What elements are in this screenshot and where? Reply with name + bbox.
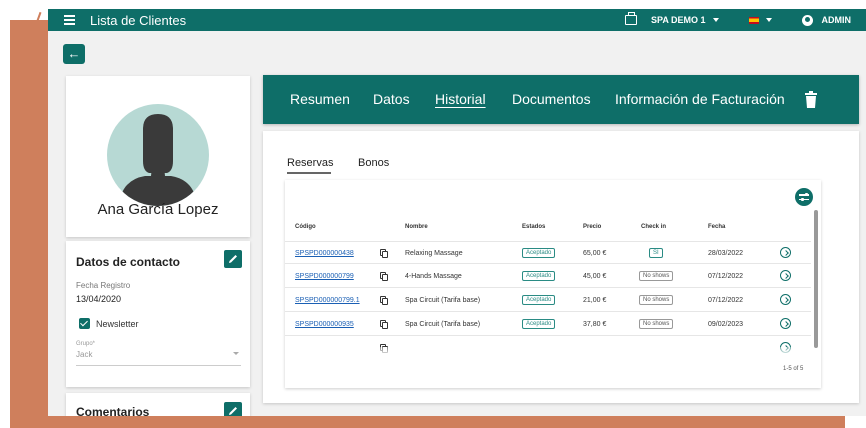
tabs-bar: Resumen Datos Historial Documentos Infor… xyxy=(263,75,859,124)
edit-contact-button[interactable] xyxy=(224,250,242,268)
tab-datos[interactable]: Datos xyxy=(373,91,410,107)
table-scrollbar[interactable] xyxy=(814,210,818,348)
person-silhouette-icon xyxy=(119,114,197,206)
reservation-code-link[interactable]: SPSPD000000935 xyxy=(295,321,354,328)
decorative-frame-bottom xyxy=(10,416,845,428)
checkin-badge: No shows xyxy=(639,319,674,329)
arrow-right-circle-icon[interactable] xyxy=(780,270,791,281)
spa-chevron-down-icon[interactable] xyxy=(712,18,719,22)
newsletter-checkbox[interactable] xyxy=(79,318,90,329)
pencil-icon xyxy=(229,407,237,415)
store-icon xyxy=(624,12,637,25)
contact-card: Datos de contacto Fecha Registro 13/04/2… xyxy=(66,241,250,387)
group-underline xyxy=(76,365,241,366)
hamburger-menu-icon[interactable] xyxy=(64,9,80,31)
user-name[interactable]: ADMIN xyxy=(822,15,852,25)
group-select[interactable]: Jack xyxy=(76,350,92,359)
tab-historial[interactable]: Historial xyxy=(435,91,486,107)
copy-icon[interactable] xyxy=(380,320,388,329)
copy-icon[interactable] xyxy=(380,296,388,305)
service-name: Relaxing Massage xyxy=(405,250,463,257)
profile-card: Ana García Lopez xyxy=(66,76,250,237)
checkin-badge: No shows xyxy=(639,271,674,281)
arrow-right-circle-icon[interactable] xyxy=(780,247,791,258)
registration-value: 13/04/2020 xyxy=(76,294,122,304)
scroll-fade xyxy=(285,347,811,357)
spa-selector[interactable]: SPA DEMO 1 xyxy=(651,15,706,25)
pencil-icon xyxy=(229,255,237,263)
reservation-code-link[interactable]: SPSPD000000438 xyxy=(295,250,354,257)
tab-facturacion[interactable]: Información de Facturación xyxy=(615,91,785,107)
language-chevron-down-icon[interactable] xyxy=(765,18,772,22)
checkin-badge: SI xyxy=(649,248,663,258)
comments-title: Comentarios xyxy=(76,405,150,416)
col-nombre: Nombre xyxy=(405,224,428,230)
client-name: Ana García Lopez xyxy=(97,201,219,218)
col-checkin: Check in xyxy=(641,224,667,230)
date: 09/02/2023 xyxy=(708,321,744,328)
col-codigo: Código xyxy=(295,224,316,230)
registration-label: Fecha Registro xyxy=(76,281,131,290)
checkin-badge: No shows xyxy=(639,295,674,305)
arrow-right-circle-icon[interactable] xyxy=(780,294,791,305)
active-subtab-indicator xyxy=(287,172,331,174)
status-badge: Aceptado xyxy=(522,319,556,329)
avatar xyxy=(107,104,209,206)
contact-title: Datos de contacto xyxy=(76,255,181,269)
group-chevron-down-icon[interactable] xyxy=(233,352,239,355)
table-row[interactable]: SPSPD000000935 Spa Circuit (Tarifa base)… xyxy=(285,313,811,336)
subtab-bonos[interactable]: Bonos xyxy=(358,157,389,169)
status-badge: Aceptado xyxy=(522,248,556,258)
top-bar: Lista de Clientes SPA DEMO 1 ADMIN xyxy=(48,9,866,31)
screenshot-root: Lista de Clientes SPA DEMO 1 ADMIN ← Ana… xyxy=(0,0,866,428)
price: 37,80 € xyxy=(583,321,607,328)
status-badge: Aceptado xyxy=(522,271,556,281)
group-label: Grupo* xyxy=(76,341,96,347)
date: 07/12/2022 xyxy=(708,297,744,304)
price: 65,00 € xyxy=(583,250,607,257)
col-fecha: Fecha xyxy=(708,224,726,230)
subtab-reservas[interactable]: Reservas xyxy=(287,157,333,169)
status-badge: Aceptado xyxy=(522,295,556,305)
decorative-frame-left xyxy=(10,20,48,428)
reservation-code-link[interactable]: SPSPD000000799.1 xyxy=(295,297,360,304)
tab-documentos[interactable]: Documentos xyxy=(512,91,591,107)
edit-comments-button[interactable] xyxy=(224,402,242,416)
tab-resumen[interactable]: Resumen xyxy=(290,91,350,107)
spanish-flag-icon[interactable] xyxy=(748,16,759,24)
copy-icon[interactable] xyxy=(380,249,388,258)
newsletter-label: Newsletter xyxy=(96,319,139,329)
col-estados: Estados xyxy=(522,224,546,230)
arrow-right-circle-icon[interactable] xyxy=(780,318,791,329)
date: 28/03/2022 xyxy=(708,250,744,257)
table-row[interactable]: SPSPD000000438 Relaxing Massage Aceptado… xyxy=(285,241,811,264)
price: 21,00 € xyxy=(583,297,607,304)
service-name: Spa Circuit (Tarifa base) xyxy=(405,297,481,304)
pagination-label: 1-5 of 5 xyxy=(783,366,804,372)
back-button[interactable]: ← xyxy=(63,44,85,64)
copy-icon[interactable] xyxy=(380,272,388,281)
account-icon[interactable] xyxy=(801,14,813,26)
comments-card: Comentarios xyxy=(66,393,250,416)
column-settings-button[interactable] xyxy=(795,188,813,206)
table-row[interactable]: SPSPD000000799.1 Spa Circuit (Tarifa bas… xyxy=(285,289,811,312)
service-name: Spa Circuit (Tarifa base) xyxy=(405,321,481,328)
table-row[interactable]: SPSPD000000799 4-Hands Massage Aceptado … xyxy=(285,265,811,288)
date: 07/12/2022 xyxy=(708,273,744,280)
reservations-table: Código Nombre Estados Precio Check in Fe… xyxy=(285,180,821,388)
col-precio: Precio xyxy=(583,224,602,230)
history-card: Reservas Bonos Código Nombre Estados Pre… xyxy=(263,131,859,403)
trash-icon[interactable] xyxy=(804,91,818,108)
reservation-code-link[interactable]: SPSPD000000799 xyxy=(295,273,354,280)
service-name: 4-Hands Massage xyxy=(405,273,462,280)
price: 45,00 € xyxy=(583,273,607,280)
app-window: Lista de Clientes SPA DEMO 1 ADMIN ← Ana… xyxy=(48,9,866,416)
page-title: Lista de Clientes xyxy=(90,12,187,28)
